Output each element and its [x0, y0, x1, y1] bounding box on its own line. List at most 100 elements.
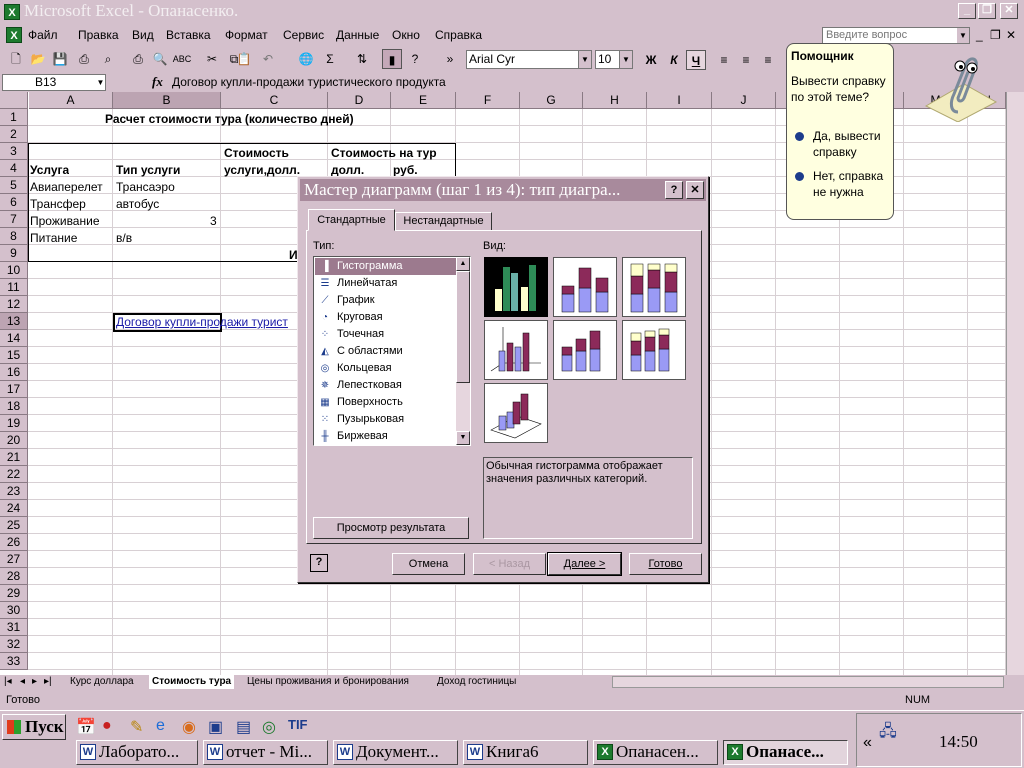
restore-button[interactable]: ❐ — [978, 3, 996, 19]
column-header[interactable]: J — [712, 92, 776, 109]
row-header[interactable]: 1 — [0, 109, 28, 126]
row-header[interactable]: 22 — [0, 466, 28, 483]
paste-icon[interactable]: 📋 — [234, 49, 254, 69]
next-button[interactable]: Далее > — [547, 552, 622, 576]
cell-b8[interactable]: в/в — [116, 230, 132, 246]
doc-restore-button[interactable]: ❐ — [990, 28, 1001, 42]
minimize-button[interactable]: _ — [958, 3, 976, 19]
task-button-opanasenko-2[interactable]: X Опанасе... — [723, 740, 848, 765]
row-header[interactable]: 27 — [0, 551, 28, 568]
workbook-icon[interactable]: X — [6, 27, 22, 43]
task-button-laboratory[interactable]: W Лаборато... — [76, 740, 198, 765]
menu-edit[interactable]: Правка — [78, 28, 119, 42]
cell-b13-hyperlink[interactable]: Договор купли-продажи турист — [116, 314, 288, 330]
row-header[interactable]: 33 — [0, 653, 28, 670]
clock[interactable]: 14:50 — [939, 732, 978, 752]
chart-type-item[interactable]: ⁙ Пузырьковая — [315, 411, 456, 428]
row-header[interactable]: 20 — [0, 432, 28, 449]
next-sheet-icon[interactable]: ▸ — [32, 675, 37, 689]
cell-b6[interactable]: автобус — [116, 196, 159, 212]
help-dropdown-arrow[interactable]: ▼ — [957, 28, 969, 43]
underline-button[interactable]: Ч — [686, 50, 706, 70]
row-header[interactable]: 28 — [0, 568, 28, 585]
list-scrollbar[interactable]: ▲ ▼ — [456, 257, 470, 445]
network-icon[interactable]: 🖧 — [879, 720, 897, 747]
column-header[interactable]: B — [113, 92, 221, 109]
menu-insert[interactable]: Вставка — [166, 28, 211, 42]
row-header[interactable]: 7 — [0, 211, 28, 228]
new-icon[interactable]: 🗋 — [6, 49, 26, 69]
align-center-icon[interactable]: ≡ — [736, 50, 756, 70]
close-window-button[interactable]: ✕ — [1000, 3, 1018, 19]
row-header[interactable]: 25 — [0, 517, 28, 534]
menu-view[interactable]: Вид — [132, 28, 154, 42]
hyperlink-icon[interactable]: 🌐 — [296, 49, 316, 69]
row-header[interactable]: 18 — [0, 398, 28, 415]
formula-content[interactable]: Договор купли-продажи туристического про… — [172, 75, 446, 89]
chart-type-item[interactable]: ▦ Поверхность — [315, 394, 456, 411]
menu-data[interactable]: Данные — [336, 28, 379, 42]
print-icon[interactable]: ⎙ — [128, 49, 148, 69]
row-header[interactable]: 32 — [0, 636, 28, 653]
chart-type-item[interactable]: ╫ Биржевая — [315, 428, 456, 445]
subtype-100-stacked-column[interactable] — [622, 257, 686, 317]
back-button[interactable]: < Назад — [473, 553, 546, 575]
column-header[interactable]: C — [221, 92, 328, 109]
open-icon[interactable]: 📂 — [28, 49, 48, 69]
permission-icon[interactable]: ⎙ — [74, 49, 94, 69]
finish-button[interactable]: Готово — [629, 553, 702, 575]
more-buttons-icon[interactable]: » — [440, 49, 460, 69]
task-button-document[interactable]: W Документ... — [333, 740, 458, 765]
row-header[interactable]: 13 — [0, 313, 28, 330]
chevron-down-icon[interactable]: ▼ — [619, 51, 632, 68]
row-header[interactable]: 3 — [0, 143, 28, 160]
menu-file[interactable]: Файл — [28, 28, 58, 42]
assistant-option-yes[interactable]: Да, вывести справку — [813, 128, 893, 160]
row-header[interactable]: 23 — [0, 483, 28, 500]
row-header[interactable]: 26 — [0, 534, 28, 551]
calendar-icon[interactable]: 📅 — [76, 717, 96, 737]
row-header[interactable]: 5 — [0, 177, 28, 194]
row-header[interactable]: 16 — [0, 364, 28, 381]
spelling-icon[interactable]: ABC — [172, 49, 192, 69]
row-header[interactable]: 21 — [0, 449, 28, 466]
show-desktop-icon[interactable]: ▤ — [236, 717, 251, 737]
column-header[interactable]: A — [29, 92, 113, 109]
chart-type-item[interactable]: ✵ Лепестковая — [315, 377, 456, 394]
undo-icon[interactable]: ↶ — [258, 49, 278, 69]
cell-a7[interactable]: Проживание — [30, 213, 100, 229]
first-sheet-icon[interactable]: |◂ — [4, 675, 12, 689]
column-header[interactable]: F — [456, 92, 520, 109]
insert-function-icon[interactable]: fx — [152, 74, 163, 90]
chart-type-item[interactable]: ⟋ График — [315, 292, 456, 309]
assistant-option-no[interactable]: Нет, справка не нужна — [813, 168, 893, 200]
autosum-icon[interactable]: Σ — [320, 49, 340, 69]
sheet-tab-tour-cost[interactable]: Стоимость тура — [149, 675, 235, 689]
row-header[interactable]: 4 — [0, 160, 28, 177]
task-button-book6[interactable]: W Книга6 — [463, 740, 588, 765]
cell-a5[interactable]: Авиаперелет — [30, 179, 103, 195]
row-header[interactable]: 6 — [0, 194, 28, 211]
tif-viewer-icon[interactable]: TIF — [288, 717, 308, 732]
doc-minimize-button[interactable]: _ — [976, 28, 983, 42]
help-question-input[interactable]: Введите вопрос — [822, 27, 970, 44]
pencil-icon[interactable]: ✎ — [130, 717, 143, 737]
paperclip-assistant-icon[interactable] — [920, 50, 1000, 123]
cell-a6[interactable]: Трансфер — [30, 196, 86, 212]
align-right-icon[interactable]: ≡ — [758, 50, 778, 70]
subtype-3d-100-stacked-column[interactable] — [622, 320, 686, 380]
scroll-up-icon[interactable]: ▲ — [456, 257, 470, 271]
cell-a8[interactable]: Питание — [30, 230, 77, 246]
menu-help[interactable]: Справка — [435, 28, 482, 42]
subtype-3d-clustered-column[interactable] — [484, 320, 548, 380]
menu-format[interactable]: Формат — [225, 28, 268, 42]
scroll-thumb[interactable] — [456, 271, 470, 383]
chart-type-list[interactable]: ▐ Гистограмма ☰ Линейчатая ⟋ График ◔ Круговая ⁘… — [313, 256, 471, 446]
app-icon[interactable]: ◎ — [262, 717, 276, 737]
tray-chevron[interactable]: « — [863, 734, 872, 752]
print-preview-icon[interactable]: ⌕ — [98, 49, 118, 69]
column-header[interactable]: H — [583, 92, 647, 109]
browser-icon[interactable]: ◉ — [182, 717, 196, 737]
align-left-icon[interactable]: ≡ — [714, 50, 734, 70]
column-header[interactable]: D — [328, 92, 391, 109]
